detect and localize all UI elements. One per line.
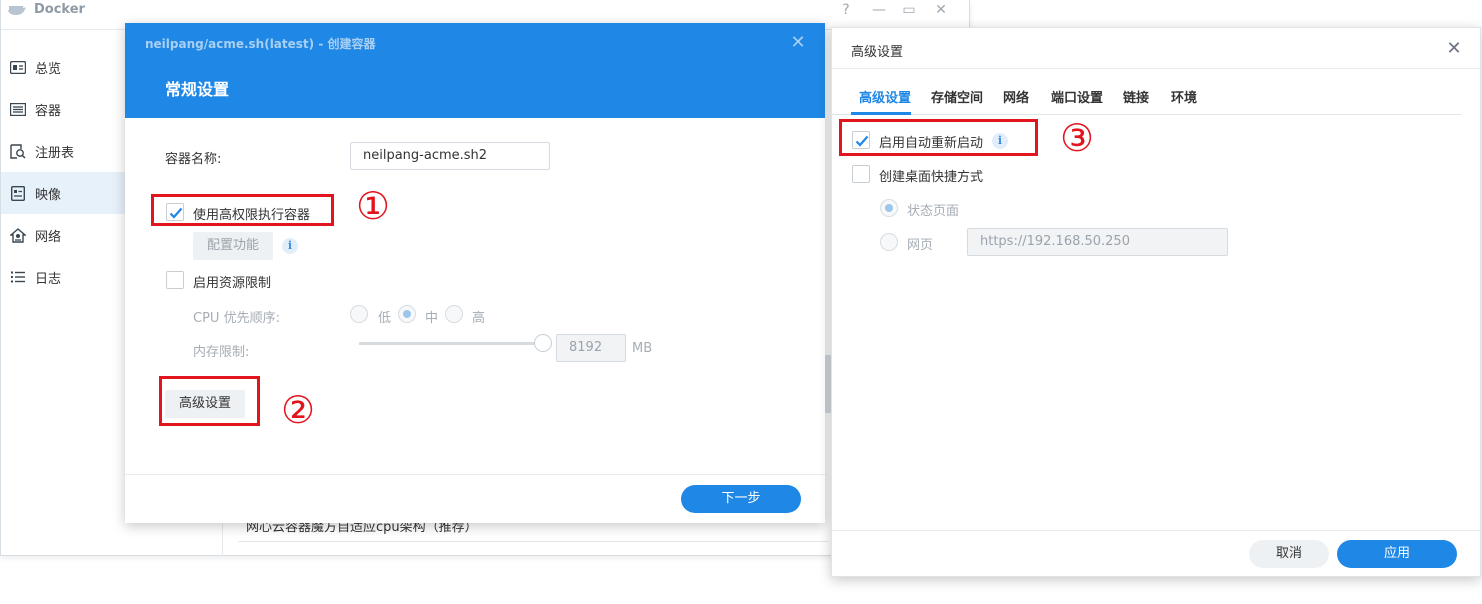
status-page-radio[interactable] bbox=[880, 199, 898, 217]
tab-links[interactable]: 链接 bbox=[1123, 87, 1149, 106]
close-icon[interactable]: ✕ bbox=[931, 1, 951, 19]
container-name-input[interactable]: neilpang-acme.sh2 bbox=[350, 142, 550, 170]
next-button[interactable]: 下一步 bbox=[681, 485, 801, 513]
header-divider bbox=[832, 68, 1480, 69]
image-icon bbox=[9, 185, 27, 201]
resource-limit-label: 启用资源限制 bbox=[193, 276, 272, 291]
annotation-box-2 bbox=[159, 376, 260, 426]
tab-advanced[interactable]: 高级设置 bbox=[859, 87, 911, 106]
cpu-medium-label: 中 bbox=[425, 311, 439, 326]
registry-icon bbox=[9, 143, 27, 159]
help-icon[interactable]: ? bbox=[836, 1, 856, 19]
cpu-high-radio[interactable] bbox=[445, 305, 463, 323]
memory-limit-input[interactable]: 8192 bbox=[556, 334, 626, 362]
info-icon[interactable]: i bbox=[282, 238, 298, 254]
annotation-number-1: ① bbox=[356, 184, 391, 228]
sidebar-item-label: 容器 bbox=[35, 103, 62, 119]
webpage-radio[interactable] bbox=[880, 233, 898, 251]
close-icon[interactable]: ✕ bbox=[1444, 39, 1464, 59]
webpage-url-input[interactable]: https://192.168.50.250 bbox=[967, 228, 1228, 256]
cpu-low-radio[interactable] bbox=[350, 305, 368, 323]
apply-button[interactable]: 应用 bbox=[1337, 540, 1457, 568]
advanced-settings-dialog: 高级设置 ✕ 高级设置 存储空间 网络 端口设置 链接 环境 启用自动重新启动 … bbox=[831, 27, 1481, 577]
container-name-label: 容器名称: bbox=[165, 152, 222, 167]
webpage-label: 网页 bbox=[907, 238, 934, 253]
annotation-box-3 bbox=[839, 119, 1038, 156]
sidebar-item-label: 映像 bbox=[35, 187, 62, 203]
memory-unit-label: MB bbox=[632, 341, 653, 356]
tab-network[interactable]: 网络 bbox=[1003, 87, 1029, 106]
dialog-footer-divider bbox=[125, 474, 825, 475]
tab-port-settings[interactable]: 端口设置 bbox=[1051, 87, 1103, 106]
minimize-icon[interactable]: — bbox=[869, 1, 889, 19]
memory-slider-handle[interactable] bbox=[534, 334, 552, 352]
network-icon bbox=[9, 227, 27, 243]
active-tab-indicator bbox=[851, 112, 911, 115]
cpu-priority-label: CPU 优先顺序: bbox=[193, 311, 280, 326]
annotation-box-1 bbox=[151, 194, 334, 226]
app-title: Docker bbox=[34, 2, 85, 17]
log-icon bbox=[9, 269, 27, 285]
resource-limit-checkbox[interactable] bbox=[166, 271, 184, 289]
overview-icon bbox=[9, 59, 27, 75]
memory-limit-label: 内存限制: bbox=[193, 345, 250, 360]
dialog-title: 高级设置 bbox=[851, 45, 904, 60]
annotation-number-2: ② bbox=[281, 388, 316, 432]
cpu-medium-radio[interactable] bbox=[398, 305, 416, 323]
status-page-label: 状态页面 bbox=[907, 204, 960, 219]
config-capabilities-button[interactable]: 配置功能 bbox=[193, 232, 273, 260]
tab-storage[interactable]: 存储空间 bbox=[931, 87, 983, 106]
annotation-number-3: ③ bbox=[1060, 116, 1095, 160]
desktop-shortcut-label: 创建桌面快捷方式 bbox=[879, 170, 984, 185]
tab-bar-divider bbox=[832, 114, 1461, 115]
close-icon[interactable]: ✕ bbox=[788, 33, 808, 53]
maximize-icon[interactable]: ▭ bbox=[899, 1, 919, 19]
cpu-low-label: 低 bbox=[378, 311, 392, 326]
docker-whale-icon bbox=[8, 6, 26, 15]
sidebar-item-label: 注册表 bbox=[35, 145, 75, 161]
dialog-header: neilpang/acme.sh(latest) - 创建容器 常规设置 ✕ bbox=[125, 23, 825, 118]
sidebar-item-label: 网络 bbox=[35, 229, 62, 245]
dialog-subtitle: neilpang/acme.sh(latest) - 创建容器 bbox=[145, 37, 376, 51]
tab-environment[interactable]: 环境 bbox=[1171, 87, 1197, 106]
memory-slider-track bbox=[359, 342, 545, 345]
create-container-dialog: neilpang/acme.sh(latest) - 创建容器 常规设置 ✕ 容… bbox=[125, 23, 825, 523]
sidebar-item-label: 总览 bbox=[35, 61, 62, 77]
cancel-button[interactable]: 取消 bbox=[1249, 540, 1329, 568]
dialog-footer-divider bbox=[832, 530, 1480, 531]
dialog-title: 常规设置 bbox=[165, 80, 230, 99]
desktop-shortcut-checkbox[interactable] bbox=[852, 165, 870, 183]
container-icon bbox=[9, 101, 27, 117]
cpu-high-label: 高 bbox=[472, 311, 486, 326]
sidebar-item-label: 日志 bbox=[35, 271, 62, 287]
